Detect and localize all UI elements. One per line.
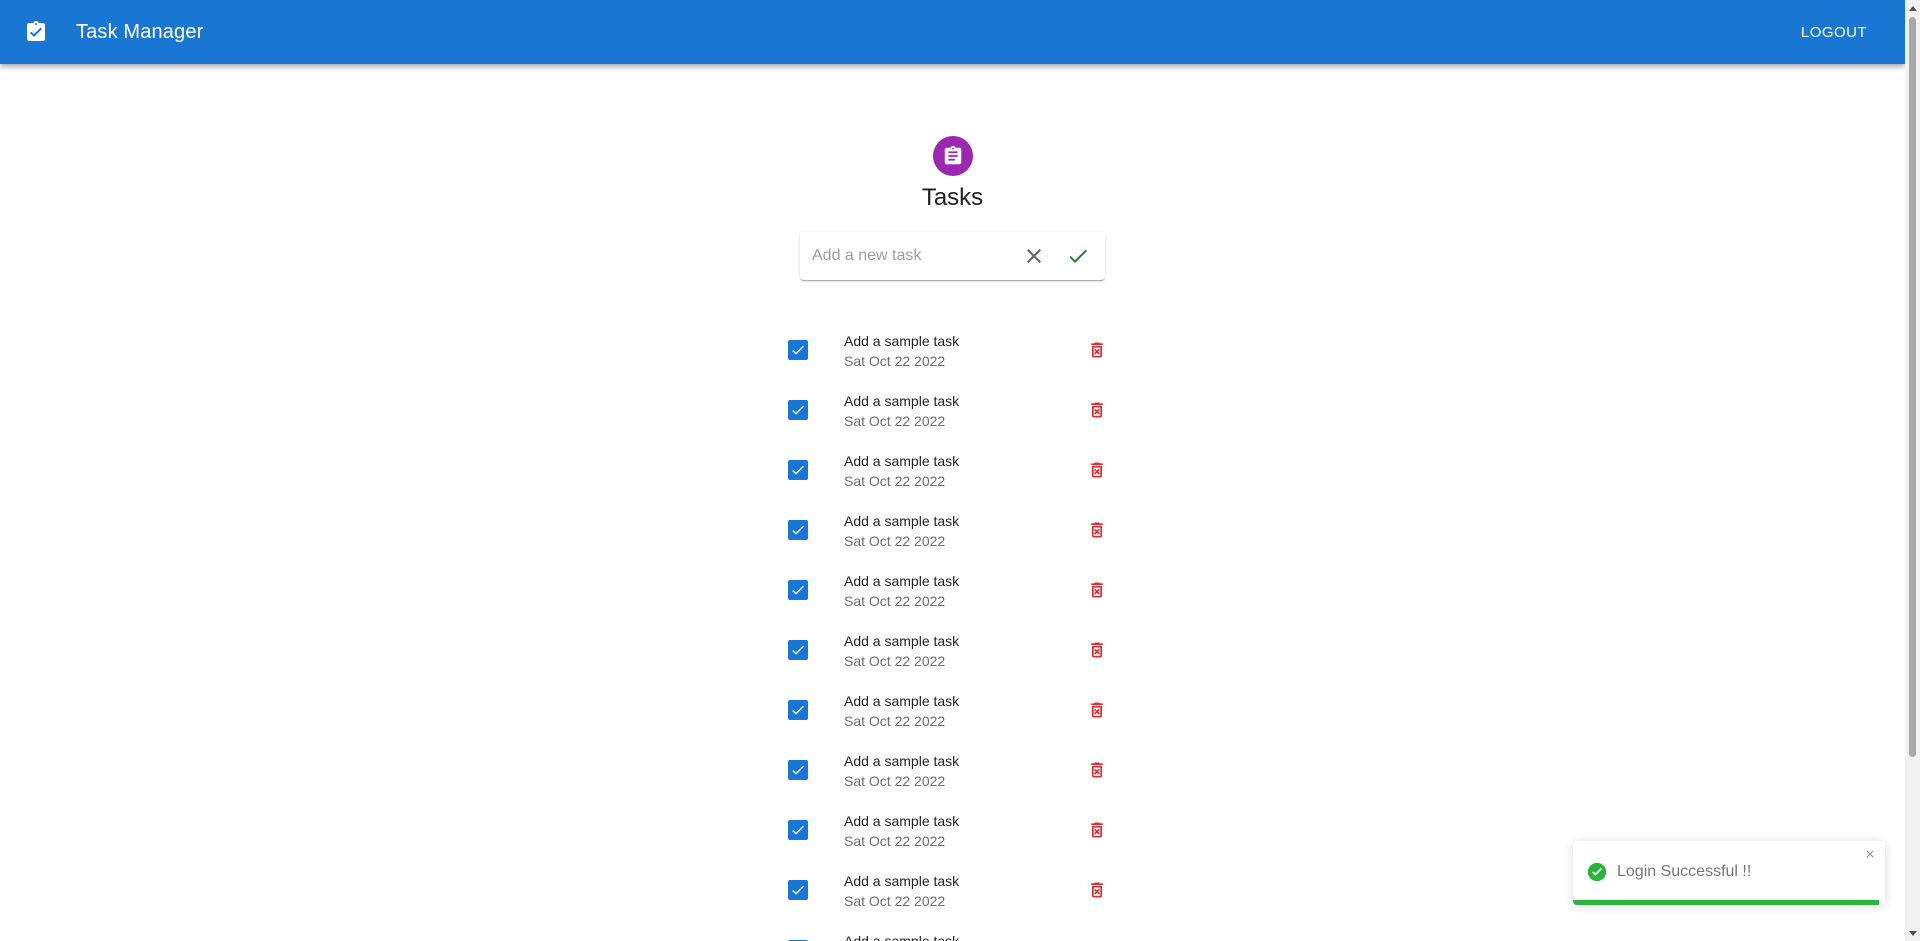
delete-icon[interactable] — [1085, 578, 1109, 602]
clear-button[interactable] — [1014, 236, 1054, 276]
task-title: Add a sample task — [844, 633, 960, 649]
task-checkbox[interactable] — [788, 340, 808, 360]
task-checkbox[interactable] — [788, 640, 808, 660]
delete-icon[interactable] — [1085, 518, 1109, 542]
task-text: Add a sample task Sat Oct 22 2022 — [844, 871, 959, 911]
task-date: Sat Oct 22 2022 — [844, 353, 946, 369]
scroll-up-arrow-icon[interactable] — [1905, 0, 1920, 15]
task-checkbox[interactable] — [788, 760, 808, 780]
delete-icon[interactable] — [1085, 638, 1109, 662]
task-row: Add a sample task Sat Oct 22 2022 — [775, 685, 1130, 745]
tasks-avatar — [933, 136, 973, 176]
task-checkbox[interactable] — [788, 400, 808, 420]
assignment-turned-in-icon — [24, 20, 48, 44]
task-date: Sat Oct 22 2022 — [844, 773, 946, 789]
task-row: Add a sample task Sat Oct 22 2022 — [775, 745, 1130, 805]
app-viewport: Task Manager LOGOUT Tasks Add a sample t… — [0, 0, 1905, 941]
task-title: Add a sample task — [844, 753, 960, 769]
task-row: Add a sample task Sat Oct 22 2022 — [775, 385, 1130, 445]
task-text: Add a sample task Sat Oct 22 2022 — [844, 391, 959, 431]
task-text: Add a sample task Sat Oct 22 2022 — [844, 631, 959, 671]
task-text: Add a sample taskSat Oct 22 2022 — [844, 931, 959, 941]
task-row: Add a sample task Sat Oct 22 2022 — [775, 565, 1130, 625]
delete-icon[interactable] — [1085, 398, 1109, 422]
task-title: Add a sample task — [844, 933, 960, 941]
task-row: Add a sample task Sat Oct 22 2022 — [775, 505, 1130, 565]
task-title: Add a sample task — [844, 873, 960, 889]
task-checkbox[interactable] — [788, 820, 808, 840]
delete-icon[interactable] — [1085, 758, 1109, 782]
task-text: Add a sample task Sat Oct 22 2022 — [844, 451, 959, 491]
delete-icon[interactable] — [1085, 338, 1109, 362]
task-date: Sat Oct 22 2022 — [844, 893, 946, 909]
task-row: Add a sample task Sat Oct 22 2022 — [775, 865, 1130, 925]
task-title: Add a sample task — [844, 573, 960, 589]
task-row: Add a sample taskSat Oct 22 2022 — [775, 925, 1130, 941]
task-title: Add a sample task — [844, 453, 960, 469]
task-date: Sat Oct 22 2022 — [844, 713, 946, 729]
task-title: Add a sample task — [844, 813, 960, 829]
task-text: Add a sample task Sat Oct 22 2022 — [844, 691, 959, 731]
task-date: Sat Oct 22 2022 — [844, 413, 946, 429]
scrollbar-thumb[interactable] — [1909, 17, 1916, 757]
task-row: Add a sample task Sat Oct 22 2022 — [775, 625, 1130, 685]
scroll-down-arrow-icon[interactable] — [1905, 926, 1920, 941]
task-row: Add a sample task Sat Oct 22 2022 — [775, 445, 1130, 505]
task-text: Add a sample task Sat Oct 22 2022 — [844, 811, 959, 851]
task-date: Sat Oct 22 2022 — [844, 473, 946, 489]
submit-task-button[interactable] — [1058, 236, 1098, 276]
close-icon — [1022, 244, 1046, 268]
clipboard-icon — [942, 145, 964, 167]
add-task-box — [800, 232, 1105, 280]
task-date: Sat Oct 22 2022 — [844, 653, 946, 669]
success-icon — [1587, 862, 1607, 882]
task-list: Add a sample task Sat Oct 22 2022 Add a sa… — [775, 325, 1130, 941]
app-title: Task Manager — [76, 20, 204, 43]
task-text: Add a sample task Sat Oct 22 2022 — [844, 571, 959, 611]
task-date: Sat Oct 22 2022 — [844, 833, 946, 849]
delete-icon[interactable] — [1085, 458, 1109, 482]
task-text: Add a sample task Sat Oct 22 2022 — [844, 511, 959, 551]
page-scrollbar[interactable] — [1905, 0, 1920, 941]
add-task-input[interactable] — [812, 241, 1012, 271]
task-title: Add a sample task — [844, 513, 960, 529]
task-checkbox[interactable] — [788, 520, 808, 540]
delete-icon[interactable] — [1085, 698, 1109, 722]
delete-icon[interactable] — [1085, 818, 1109, 842]
task-date: Sat Oct 22 2022 — [844, 533, 946, 549]
task-title: Add a sample task — [844, 333, 960, 349]
task-date: Sat Oct 22 2022 — [844, 593, 946, 609]
delete-icon[interactable] — [1085, 878, 1109, 902]
logout-button[interactable]: LOGOUT — [1793, 14, 1875, 50]
task-text: Add a sample task Sat Oct 22 2022 — [844, 751, 959, 791]
task-title: Add a sample task — [844, 393, 960, 409]
toast-message: Login Successful !! — [1617, 863, 1752, 880]
toast-notification: Login Successful !! — [1573, 841, 1885, 905]
toast-close-icon[interactable] — [1863, 847, 1877, 861]
task-row: Add a sample task Sat Oct 22 2022 — [775, 805, 1130, 865]
task-checkbox[interactable] — [788, 700, 808, 720]
task-text: Add a sample task Sat Oct 22 2022 — [844, 331, 959, 371]
task-checkbox[interactable] — [788, 880, 808, 900]
task-checkbox[interactable] — [788, 580, 808, 600]
check-icon — [1066, 244, 1090, 268]
task-checkbox[interactable] — [788, 460, 808, 480]
task-title: Add a sample task — [844, 693, 960, 709]
page-title: Tasks — [921, 184, 984, 211]
app-bar: Task Manager LOGOUT — [0, 0, 1905, 64]
toast-progress-bar — [1573, 900, 1879, 905]
task-row: Add a sample task Sat Oct 22 2022 — [775, 325, 1130, 385]
